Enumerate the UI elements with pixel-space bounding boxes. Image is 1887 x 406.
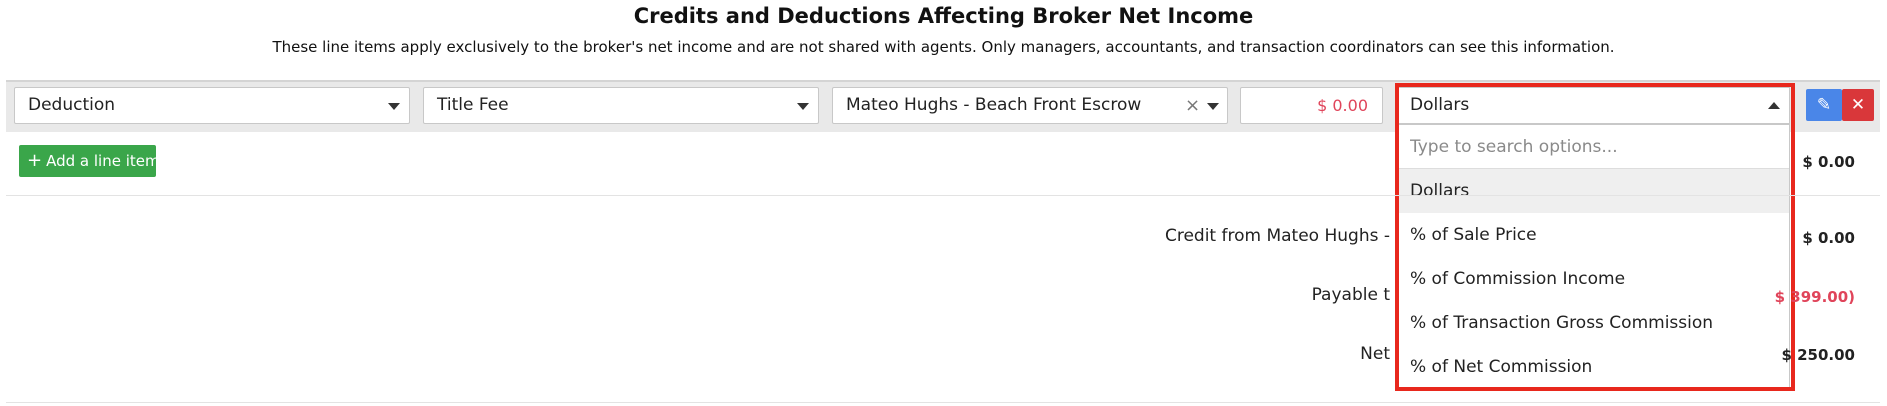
unit-select[interactable]: Dollars bbox=[1398, 87, 1790, 124]
chevron-down-icon bbox=[388, 103, 400, 110]
page-subtitle: These line items apply exclusively to th… bbox=[272, 38, 1615, 56]
page-title: Credits and Deductions Affecting Broker … bbox=[633, 4, 1254, 28]
net-label: Net bbox=[1360, 344, 1390, 364]
unit-select-value: Dollars bbox=[1410, 95, 1470, 115]
unit-search-input[interactable] bbox=[1399, 125, 1789, 169]
plus-icon: + bbox=[27, 150, 43, 171]
unit-option[interactable]: % of Net Commission bbox=[1399, 345, 1789, 389]
delete-button[interactable]: ✕ bbox=[1842, 89, 1874, 121]
type-select[interactable]: Deduction bbox=[14, 87, 410, 124]
line-total-value: $ 0.00 bbox=[1802, 153, 1855, 171]
unit-dropdown-panel: Dollars % of Sale Price % of Commission … bbox=[1398, 124, 1790, 388]
chevron-down-icon bbox=[797, 103, 809, 110]
unit-option[interactable]: % of Transaction Gross Commission bbox=[1399, 301, 1789, 345]
credit-value: $ 0.00 bbox=[1802, 229, 1855, 247]
payee-select[interactable]: Mateo Hughs - Beach Front Escrow × bbox=[832, 87, 1228, 124]
edit-button[interactable]: ✎ bbox=[1806, 89, 1842, 121]
unit-option[interactable]: % of Commission Income bbox=[1399, 257, 1789, 301]
divider bbox=[6, 195, 1880, 196]
unit-option[interactable]: % of Sale Price bbox=[1399, 213, 1789, 257]
amount-input[interactable]: $ 0.00 bbox=[1240, 87, 1383, 124]
net-value: $ 250.00 bbox=[1781, 346, 1855, 364]
unit-option[interactable]: Dollars bbox=[1399, 169, 1789, 213]
credit-label: Credit from Mateo Hughs - bbox=[1164, 226, 1390, 246]
type-select-value: Deduction bbox=[28, 95, 116, 115]
payee-select-value: Mateo Hughs - Beach Front Escrow bbox=[846, 95, 1142, 115]
add-line-item-label: Add a line item bbox=[46, 152, 160, 170]
category-select-value: Title Fee bbox=[437, 95, 509, 115]
close-icon: ✕ bbox=[1850, 95, 1866, 115]
pencil-icon: ✎ bbox=[1816, 95, 1832, 115]
category-select[interactable]: Title Fee bbox=[423, 87, 819, 124]
chevron-down-icon bbox=[1207, 103, 1219, 110]
add-line-item-button[interactable]: + Add a line item bbox=[19, 145, 160, 177]
chevron-up-icon bbox=[1768, 102, 1780, 109]
payable-value: $ 399.00) bbox=[1774, 288, 1855, 306]
payable-label: Payable t bbox=[1311, 285, 1390, 305]
divider bbox=[6, 402, 1880, 403]
clear-icon[interactable]: × bbox=[1185, 88, 1200, 123]
